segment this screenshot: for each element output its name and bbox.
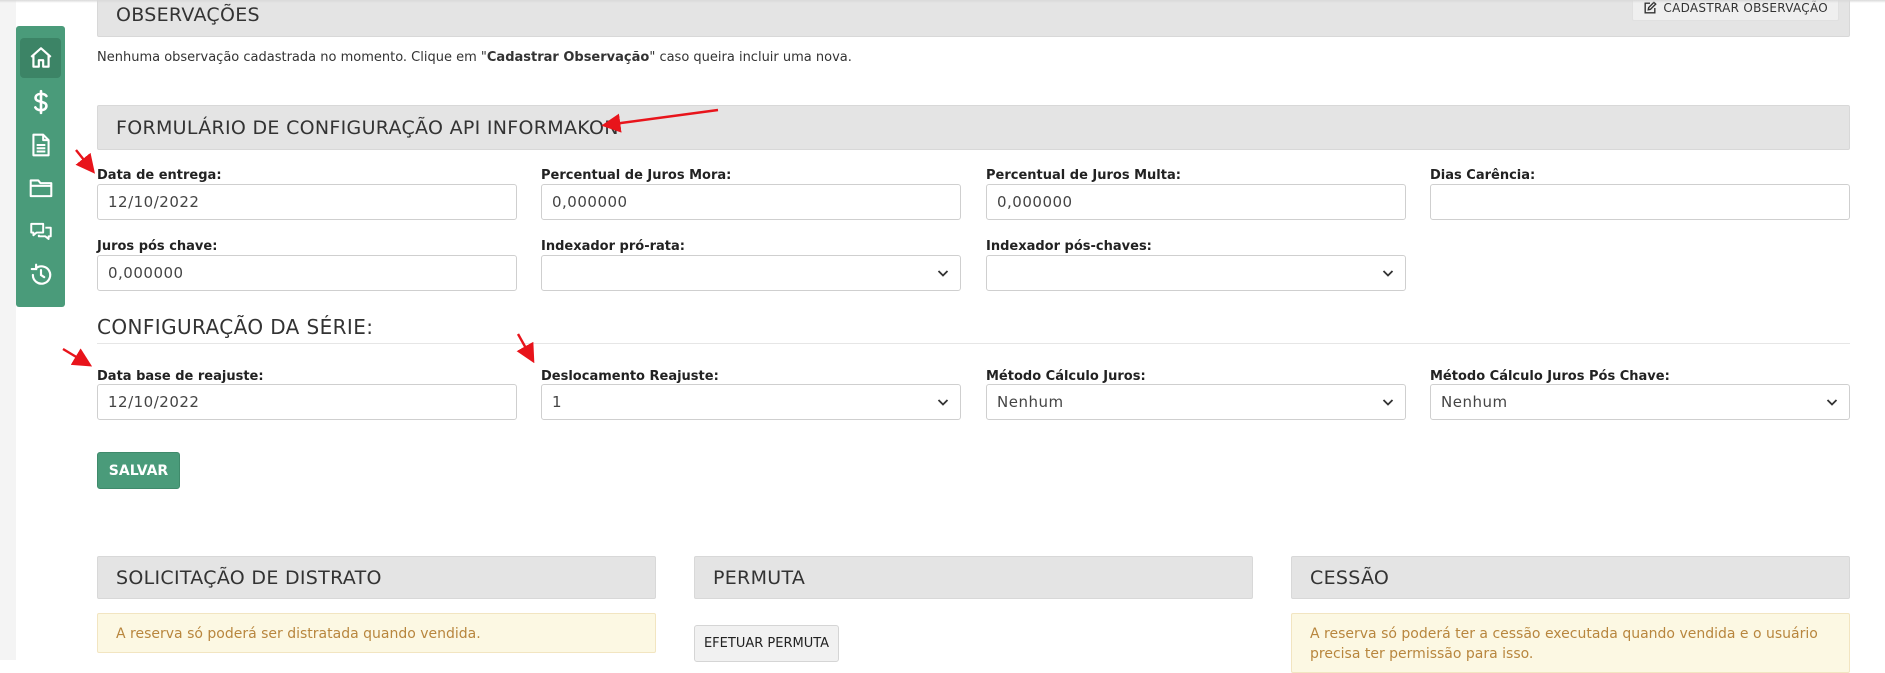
home-icon: [30, 47, 51, 68]
cessao-header: CESSÃO: [1291, 556, 1850, 599]
distrato-title: SOLICITAÇÃO DE DISTRATO: [116, 566, 382, 589]
observacoes-empty-note: Nenhuma observação cadastrada no momento…: [97, 50, 852, 65]
data-entrega-input[interactable]: 12/10/2022: [97, 184, 517, 220]
juros-multa-label: Percentual de Juros Multa:: [986, 168, 1181, 183]
dollar-icon: [33, 89, 48, 115]
observacoes-header: OBSERVAÇÕES CADASTRAR OBSERVAÇÃO: [97, 0, 1850, 37]
sidebar-item-files[interactable]: [20, 168, 61, 208]
deslocamento-reajuste-label: Deslocamento Reajuste:: [541, 369, 719, 384]
dias-carencia-input[interactable]: [1430, 184, 1850, 220]
chevron-down-icon: [1382, 270, 1394, 277]
permuta-title: PERMUTA: [713, 566, 806, 589]
metodo-calculo-pos-chave-value: Nenhum: [1441, 393, 1508, 411]
permuta-header: PERMUTA: [694, 556, 1253, 599]
chevron-down-icon: [937, 270, 949, 277]
distrato-alert: A reserva só poderá ser distratada quand…: [97, 613, 656, 653]
sidebar-item-messages[interactable]: [20, 212, 61, 252]
api-form-title: FORMULÁRIO DE CONFIGURAÇÃO API INFORMAKO…: [116, 116, 619, 139]
deslocamento-reajuste-value: 1: [552, 393, 563, 411]
history-icon: [30, 263, 51, 285]
juros-pos-chave-input[interactable]: 0,000000: [97, 255, 517, 291]
data-entrega-label: Data de entrega:: [97, 168, 222, 183]
data-base-reajuste-input[interactable]: 12/10/2022: [97, 384, 517, 420]
api-form-header: FORMULÁRIO DE CONFIGURAÇÃO API INFORMAKO…: [97, 105, 1850, 150]
juros-mora-input[interactable]: 0,000000: [541, 184, 961, 220]
juros-pos-chave-label: Juros pós chave:: [97, 239, 218, 254]
deslocamento-reajuste-select[interactable]: 1: [541, 384, 961, 420]
metodo-calculo-juros-label: Método Cálculo Juros:: [986, 369, 1146, 384]
indexador-pos-chaves-label: Indexador pós-chaves:: [986, 239, 1152, 254]
sidebar-item-history[interactable]: [20, 255, 61, 295]
edit-icon: [1644, 1, 1658, 14]
metodo-calculo-pos-chave-select[interactable]: Nenhum: [1430, 384, 1850, 420]
indexador-pos-chaves-select[interactable]: [986, 255, 1406, 291]
cadastrar-observacao-label: CADASTRAR OBSERVAÇÃO: [1663, 1, 1828, 15]
sidebar-item-home[interactable]: [20, 38, 61, 78]
metodo-calculo-juros-select[interactable]: Nenhum: [986, 384, 1406, 420]
left-gutter: [0, 0, 16, 660]
distrato-header: SOLICITAÇÃO DE DISTRATO: [97, 556, 656, 599]
juros-multa-input[interactable]: 0,000000: [986, 184, 1406, 220]
data-base-reajuste-label: Data base de reajuste:: [97, 369, 264, 384]
indexador-pro-rata-label: Indexador pró-rata:: [541, 239, 685, 254]
chat-icon: [29, 222, 52, 241]
sidebar-item-documents[interactable]: [20, 125, 61, 165]
folder-icon: [29, 179, 52, 198]
metodo-calculo-juros-value: Nenhum: [997, 393, 1064, 411]
cessao-alert: A reserva só poderá ter a cessão executa…: [1291, 613, 1850, 673]
cadastrar-observacao-button[interactable]: CADASTRAR OBSERVAÇÃO: [1632, 0, 1839, 21]
serie-section-title: CONFIGURAÇÃO DA SÉRIE:: [97, 315, 374, 339]
document-icon: [31, 133, 50, 157]
chevron-down-icon: [937, 399, 949, 406]
observacoes-title: OBSERVAÇÕES: [116, 3, 260, 26]
chevron-down-icon: [1826, 399, 1838, 406]
sidebar: [16, 26, 65, 307]
save-button[interactable]: SALVAR: [97, 452, 180, 489]
indexador-pro-rata-select[interactable]: [541, 255, 961, 291]
dias-carencia-label: Dias Carência:: [1430, 168, 1536, 183]
sidebar-item-financial[interactable]: [20, 82, 61, 122]
cessao-title: CESSÃO: [1310, 566, 1390, 589]
section-divider: [97, 343, 1850, 344]
juros-mora-label: Percentual de Juros Mora:: [541, 168, 732, 183]
efetuar-permuta-button[interactable]: EFETUAR PERMUTA: [694, 625, 839, 662]
top-shadow: [0, 0, 1885, 3]
metodo-calculo-pos-chave-label: Método Cálculo Juros Pós Chave:: [1430, 369, 1670, 384]
chevron-down-icon: [1382, 399, 1394, 406]
